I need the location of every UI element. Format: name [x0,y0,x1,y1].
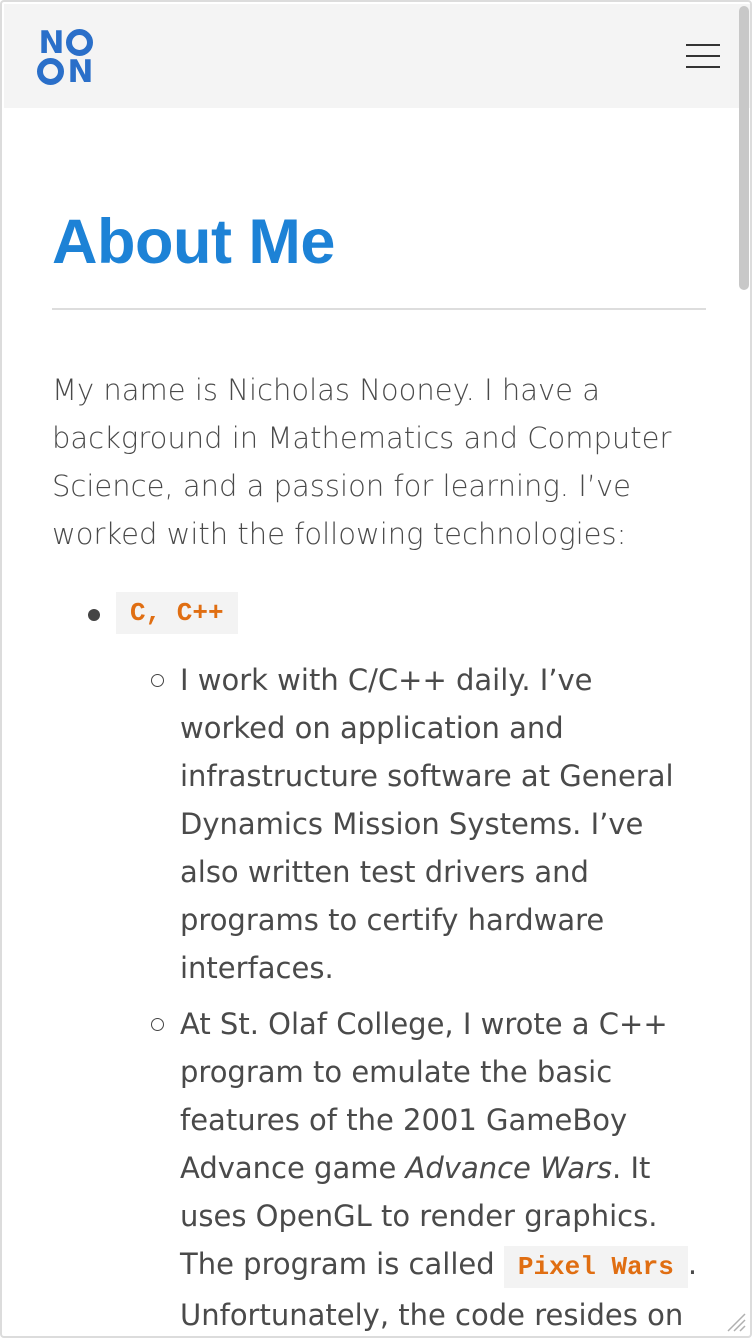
intro-paragraph: My name is Nicholas Nooney. I have a bac… [52,373,672,551]
technology-label: C, C++ [116,592,238,634]
hamburger-line-bottom [686,66,720,68]
browser-viewport: N O O N About Me My name is Nicholas Noo… [0,0,752,1338]
site-logo[interactable]: N O O N [37,24,94,90]
technology-item: C, C++ I work with C/C++ daily. I’ve wor… [52,588,706,1336]
hamburger-line-middle [686,55,720,57]
scrollbar-thumb[interactable] [739,6,749,290]
site-header: N O O N [4,4,750,108]
technology-details: I work with C/C++ daily. I’ve worked on … [116,656,706,1336]
logo-letter-n2: N [67,53,94,90]
resize-grip-icon[interactable] [724,1310,746,1332]
technology-list: C, C++ I work with C/C++ daily. I’ve wor… [52,588,706,1336]
page-title: About Me [52,207,335,277]
detail-item: At St. Olaf College, I wrote a C++ progr… [116,1000,706,1336]
logo-letter-o1: O [66,29,93,56]
logo-letter-o2: O [37,58,64,85]
circle-bullet-icon [151,1018,164,1031]
circle-bullet-icon [151,674,164,687]
hamburger-menu-icon[interactable] [686,44,720,70]
hamburger-line-top [686,44,720,46]
main-content: About Me My name is Nicholas Nooney. I h… [52,202,706,1336]
logo-letter-n1: N [38,24,65,61]
detail-item: I work with C/C++ daily. I’ve worked on … [116,656,706,992]
game-title: Advance Wars [405,1151,613,1185]
program-name-code: Pixel Wars [503,1246,688,1288]
disc-bullet-icon [88,609,100,621]
title-divider [52,308,706,310]
detail-text: I work with C/C++ daily. I’ve worked on … [180,663,674,985]
